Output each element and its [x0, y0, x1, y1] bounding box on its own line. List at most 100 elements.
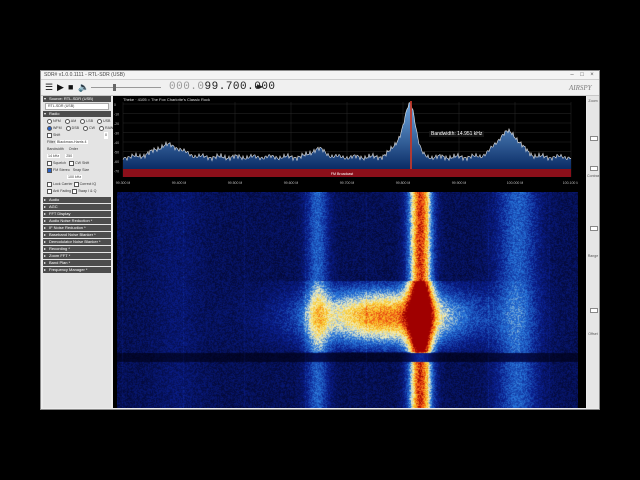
cw-shift-checkbox[interactable]	[69, 160, 74, 166]
zoom-label: Zoom	[588, 99, 598, 103]
frequency-digits: 99.700.000	[204, 81, 276, 93]
maximize-button[interactable]: □	[577, 71, 587, 79]
rds-station-text: Theke · 4105 = The Fox Charlotte's Class…	[123, 97, 211, 102]
display-settings-panel: Zoom Contrast Range Offset	[587, 96, 599, 408]
frequency-tick-label: 99.700 M	[340, 181, 355, 185]
section-header-frequency-manager[interactable]: Frequency Manager *	[43, 267, 111, 273]
squelch-label: Squelch	[53, 161, 66, 165]
section-header-baseband-noise-blanker[interactable]: Baseband Noise Blanker *	[43, 232, 111, 238]
stop-icon[interactable]: ■	[68, 83, 73, 92]
display-area[interactable]: 0 -10 -20 -30 -40 -50 -60 -70 99.300 M 99.400 M9…	[113, 96, 586, 408]
title-bar: SDR# v1.0.0.1111 - RTL-SDR (USB) – □ ×	[41, 71, 599, 80]
range-label: Range	[587, 254, 599, 258]
db-tick-label: -10	[114, 113, 119, 117]
bandwidth-labels: Bandwidth Order	[43, 146, 111, 153]
filter-label: Filter	[47, 140, 55, 144]
frequency-tick-label: 100.100 M	[563, 181, 578, 185]
shift-row: Shift 0	[43, 132, 111, 139]
cw-shift-label: CW Shift	[75, 161, 90, 165]
bandwidth-tooltip: Bandwidth: 14.951 kHz	[429, 131, 485, 137]
frequency-tick-label: 99.300 M	[116, 181, 131, 185]
mode-label-dsb: DSB	[71, 126, 79, 130]
minimize-button[interactable]: –	[567, 71, 577, 79]
volume-slider[interactable]	[91, 87, 161, 88]
snap-row: 100 kHz	[43, 174, 111, 181]
correct-iq-label: Correct IQ	[79, 182, 97, 186]
collapsed-sections: AudioAGCFFT DisplayAudio Noise Reduction…	[43, 197, 111, 273]
frequency-step-arrows[interactable]: ◂▸	[255, 82, 263, 91]
filter-select[interactable]: Blackman-Harris 4	[56, 140, 88, 144]
mode-radio-lsb[interactable]	[80, 118, 86, 124]
toolbar: ☰ ▶ ■ 🔈 000.099.700.000 ◂▸ AIRSPY	[41, 80, 599, 96]
filter-row: Filter Blackman-Harris 4	[43, 139, 111, 146]
order-input[interactable]: 250	[65, 154, 74, 158]
db-tick-label: -20	[114, 122, 119, 126]
frequency-tick-label: 99.500 M	[228, 181, 243, 185]
volume-slider-handle[interactable]	[113, 84, 116, 91]
lock-row: Lock Carrier Correct IQ	[43, 181, 111, 188]
close-button[interactable]: ×	[587, 71, 597, 79]
play-icon[interactable]: ▶	[57, 83, 64, 92]
section-header-zoom-fft[interactable]: Zoom FFT *	[43, 253, 111, 259]
snap-select[interactable]: 100 kHz	[67, 175, 83, 179]
control-panel: Source: RTL-SDR (USB) RTL-SDR (USB) Radi…	[43, 96, 114, 408]
window-title: SDR# v1.0.0.1111 - RTL-SDR (USB)	[44, 72, 125, 78]
mode-radio-wfm[interactable]	[47, 125, 52, 131]
frequency-tick-label: 99.600 M	[284, 181, 299, 185]
mode-label-lsb: LSB	[86, 119, 93, 123]
contrast-slider[interactable]	[590, 166, 598, 171]
mode-radio-usb[interactable]	[96, 118, 102, 124]
section-header-recording[interactable]: Recording *	[43, 246, 111, 252]
range-slider[interactable]	[590, 226, 598, 231]
section-header-demodulator-noise-blanker[interactable]: Demodulator Noise Blanker *	[43, 239, 111, 245]
airspy-logo: AIRSPY	[569, 84, 592, 92]
order-label: Order	[68, 147, 78, 151]
frequency-tick-label: 99.400 M	[172, 181, 187, 185]
mode-radio-nfm[interactable]	[47, 118, 52, 124]
mode-label-am: AM	[70, 119, 77, 123]
sdr-window: SDR# v1.0.0.1111 - RTL-SDR (USB) – □ × ☰…	[40, 70, 600, 410]
mode-radio-raw[interactable]	[98, 125, 104, 131]
anti-fading-checkbox[interactable]	[47, 188, 52, 194]
squelch-row: Squelch CW Shift	[43, 160, 111, 167]
mode-label-usb: USB	[102, 119, 111, 123]
source-section-header[interactable]: Source: RTL-SDR (USB)	[43, 96, 111, 102]
waterfall-display[interactable]	[117, 192, 578, 408]
offset-label: Offset	[588, 332, 598, 336]
radio-section-header[interactable]: Radio	[43, 111, 111, 117]
shift-input[interactable]: 0	[104, 132, 108, 139]
tuned-frequency-marker	[410, 101, 412, 177]
spectrum-analyzer[interactable]: 0-10-20-30-40-50-60-70 99.300 M 99.400 M9…	[113, 96, 578, 192]
source-device-select[interactable]: RTL-SDR (USB)	[45, 103, 109, 110]
correct-iq-checkbox[interactable]	[73, 181, 79, 187]
speaker-icon[interactable]: 🔈	[78, 83, 89, 92]
frequency-tick-label: 99.800 M	[396, 181, 411, 185]
snap-label: Snap Size	[72, 168, 90, 172]
stereo-row: FM Stereo Snap Size	[43, 167, 111, 174]
lock-carrier-checkbox[interactable]	[47, 181, 52, 187]
zoom-slider[interactable]	[590, 136, 598, 141]
offset-slider[interactable]	[590, 308, 598, 313]
fm-stereo-checkbox[interactable]	[47, 167, 52, 173]
contrast-label: Contrast	[587, 174, 600, 178]
menu-icon[interactable]: ☰	[45, 83, 53, 92]
db-tick-label: -60	[114, 160, 119, 164]
bandwidth-values: 14 kHz 250	[43, 153, 111, 160]
section-header-if-noise-reduction[interactable]: IF Noise Reduction *	[43, 225, 111, 231]
mode-radio-dsb[interactable]	[65, 125, 71, 131]
anti-fading-label: Anti Fading	[53, 189, 72, 193]
section-header-band-plan[interactable]: Band Plan *	[43, 260, 111, 266]
bandwidth-input[interactable]: 14 kHz	[47, 154, 61, 158]
mode-radio-cw[interactable]	[82, 125, 88, 131]
db-tick-label: 0	[114, 103, 116, 107]
shift-checkbox[interactable]	[47, 132, 52, 138]
section-header-audio-noise-reduction[interactable]: Audio Noise Reduction *	[43, 218, 111, 224]
section-header-fft-display[interactable]: FFT Display	[43, 211, 111, 217]
swap-iq-checkbox[interactable]	[72, 188, 78, 194]
section-header-agc[interactable]: AGC	[43, 204, 111, 210]
mode-label-cw: CW	[88, 126, 95, 130]
mode-label-raw: RAW	[104, 126, 114, 130]
mode-radio-am[interactable]	[64, 118, 70, 124]
section-header-audio[interactable]: Audio	[43, 197, 111, 203]
squelch-checkbox[interactable]	[47, 160, 52, 166]
